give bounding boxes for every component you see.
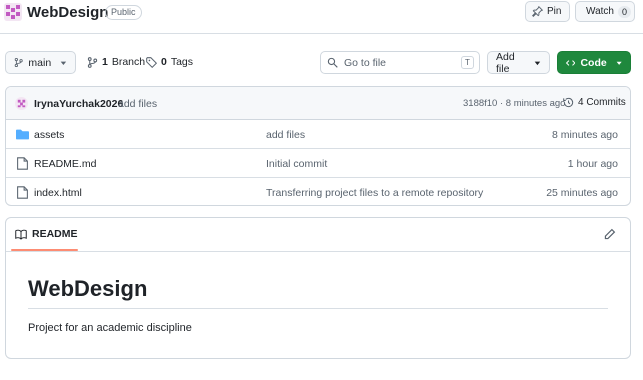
branch-icon bbox=[14, 57, 23, 68]
commits-count: 4 Commits bbox=[578, 97, 626, 108]
file-commit-message[interactable]: Initial commit bbox=[266, 158, 327, 170]
branch-word: Branch bbox=[111, 56, 146, 68]
code-icon bbox=[566, 59, 576, 66]
file-row[interactable]: index.html Transferring project files to… bbox=[6, 179, 630, 205]
branch-name: main bbox=[28, 56, 52, 69]
avatar[interactable] bbox=[15, 97, 28, 110]
repo-avatar-icon bbox=[4, 3, 22, 21]
commit-author[interactable]: IrynaYurchak2026 bbox=[34, 98, 123, 110]
watch-button[interactable]: Watch 0 bbox=[575, 1, 635, 22]
repo-name[interactable]: WebDesign bbox=[27, 4, 108, 21]
tag-word: Tags bbox=[170, 56, 194, 68]
go-to-file-input[interactable] bbox=[344, 56, 454, 69]
readme-divider bbox=[6, 251, 630, 252]
branch-select-button[interactable]: main bbox=[5, 51, 76, 74]
file-row[interactable]: README.md Initial commit 1 hour ago bbox=[6, 150, 630, 178]
go-to-file-search[interactable]: T bbox=[320, 51, 480, 74]
heading-rule bbox=[28, 308, 608, 309]
branch-count: 1 bbox=[102, 56, 108, 68]
file-name[interactable]: index.html bbox=[34, 187, 82, 199]
pencil-icon[interactable] bbox=[603, 228, 616, 241]
caret-down-icon bbox=[616, 61, 622, 65]
file-name[interactable]: assets bbox=[34, 129, 64, 141]
watch-label: Watch bbox=[586, 6, 614, 17]
history-icon bbox=[563, 97, 574, 108]
readme-panel: README WebDesign Project for an academic… bbox=[5, 217, 631, 359]
caret-down-icon bbox=[534, 61, 541, 65]
pin-label: Pin bbox=[547, 6, 562, 17]
add-file-button[interactable]: Add file bbox=[487, 50, 550, 75]
commit-hash-time[interactable]: 3188f10 · 8 minutes ago bbox=[463, 98, 565, 109]
pin-button[interactable]: Pin bbox=[525, 1, 570, 22]
commit-message[interactable]: add files bbox=[118, 98, 157, 110]
commits-link[interactable]: 4 Commits bbox=[563, 97, 626, 108]
visibility-badge: Public bbox=[105, 5, 142, 20]
folder-icon bbox=[16, 129, 29, 140]
add-file-label: Add file bbox=[496, 50, 515, 75]
caret-down-icon bbox=[60, 61, 67, 65]
readme-description: Project for an academic discipline bbox=[28, 322, 192, 334]
tag-count: 0 bbox=[161, 56, 167, 68]
code-button[interactable]: Code bbox=[557, 51, 631, 74]
file-row[interactable]: assets add files 8 minutes ago bbox=[6, 121, 630, 149]
code-label: Code bbox=[580, 56, 607, 69]
pin-icon bbox=[532, 6, 543, 17]
file-browser: IrynaYurchak2026 add files 3188f10 · 8 m… bbox=[5, 86, 631, 206]
branch-icon bbox=[87, 56, 98, 68]
branches-link[interactable]: 1 Branch bbox=[87, 56, 145, 68]
readme-tab[interactable]: README bbox=[15, 228, 78, 240]
file-icon bbox=[17, 157, 28, 170]
readme-heading: WebDesign bbox=[28, 276, 148, 301]
repo-header: WebDesign Public Pin Watch 0 bbox=[0, 0, 643, 28]
latest-commit-row: IrynaYurchak2026 add files 3188f10 · 8 m… bbox=[6, 87, 630, 120]
file-name[interactable]: README.md bbox=[34, 158, 96, 170]
file-icon bbox=[17, 186, 28, 199]
search-icon bbox=[327, 57, 338, 68]
tags-link[interactable]: 0 Tags bbox=[146, 56, 193, 68]
readme-tab-label: README bbox=[32, 228, 78, 240]
shortcut-key: T bbox=[461, 56, 474, 69]
book-icon bbox=[15, 229, 27, 240]
tag-icon bbox=[146, 56, 157, 68]
header-divider bbox=[0, 33, 643, 34]
file-commit-time: 1 hour ago bbox=[567, 158, 618, 170]
file-commit-time: 25 minutes ago bbox=[546, 187, 618, 199]
watch-count: 0 bbox=[617, 5, 631, 18]
file-commit-message[interactable]: Transferring project files to a remote r… bbox=[266, 187, 483, 199]
file-commit-time: 8 minutes ago bbox=[552, 129, 618, 141]
file-commit-message[interactable]: add files bbox=[266, 129, 305, 141]
